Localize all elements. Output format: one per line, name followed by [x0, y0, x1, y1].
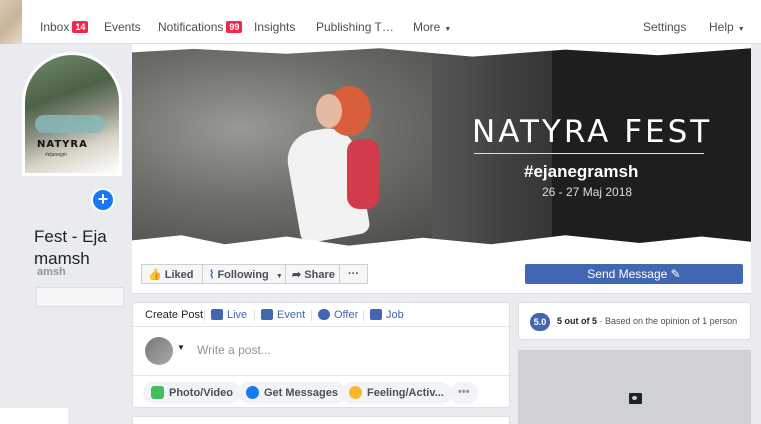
- tab-divider: [311, 310, 312, 321]
- nav-insights[interactable]: Insights: [254, 20, 295, 34]
- tab-event-label: Event: [277, 309, 306, 321]
- rating-out-of: 5 out of 5: [557, 316, 597, 326]
- share-arrow-icon: ➦: [292, 269, 302, 281]
- feeling-activity-label: Feeling/Activ...: [367, 387, 444, 399]
- profile-photo-scene: [25, 55, 119, 173]
- cover-title: NATYRA FEST: [472, 114, 713, 150]
- next-card: [132, 416, 510, 424]
- tab-job[interactable]: Job: [370, 309, 404, 321]
- composer-tabs: Create Post Live Event Offer Job: [133, 303, 511, 327]
- following-button[interactable]: ⌇ Following ▼: [202, 264, 286, 284]
- profile-photo-water: [35, 115, 105, 133]
- liked-button[interactable]: 👍 Liked ▼: [141, 264, 208, 284]
- write-post-input[interactable]: Write a post...: [197, 343, 271, 357]
- pencil-icon: ✎: [670, 267, 681, 281]
- job-icon: [370, 309, 382, 320]
- tab-offer[interactable]: Offer: [318, 309, 358, 321]
- nav-inbox-label: Inbox: [40, 20, 70, 34]
- avatar[interactable]: [145, 337, 173, 365]
- smile-icon: [349, 386, 362, 399]
- more-options-button[interactable]: ···: [339, 264, 368, 284]
- cover-hashtag: #ejanegramsh: [524, 162, 639, 181]
- page-action-bar: 👍 Liked ▼ ⌇ Following ▼ ➦ Share ··· Send…: [132, 256, 751, 294]
- nav-help[interactable]: Help ▼: [709, 20, 745, 34]
- tab-offer-label: Offer: [334, 309, 359, 321]
- nav-publishing-tools[interactable]: Publishing T…: [316, 20, 394, 34]
- offer-icon: [318, 309, 330, 320]
- corner-image: [0, 0, 22, 44]
- thumbs-up-icon: 👍: [148, 269, 162, 281]
- photo-video-label: Photo/Video: [169, 387, 233, 399]
- photo-video-button[interactable]: Photo/Video: [143, 382, 241, 404]
- cover-photo[interactable]: NATYRA FEST #ejanegramsh 26 - 27 Maj 201…: [132, 44, 751, 256]
- send-message-label: Send Message: [587, 267, 668, 281]
- more-actions-button[interactable]: •••: [450, 382, 478, 404]
- add-photo-icon: [629, 393, 642, 404]
- notifications-count-badge: 99: [226, 21, 243, 33]
- send-message-button[interactable]: Send Message ✎: [525, 264, 743, 284]
- page-title: Fest - Eja mamsh: [34, 227, 107, 268]
- feeling-activity-button[interactable]: Feeling/Activ...: [341, 382, 452, 404]
- liked-label: Liked: [164, 269, 194, 281]
- rss-icon: ⌇: [209, 269, 215, 281]
- nav-settings[interactable]: Settings: [643, 20, 686, 34]
- top-navigation-bar: Inbox 14 Events Notifications 99 Insights …: [0, 0, 761, 44]
- page-profile-column: NATYRA #ejanegm + Fest - Eja mamsh amsh: [0, 44, 134, 424]
- photo-icon: [151, 386, 164, 399]
- tab-live[interactable]: Live: [211, 309, 247, 321]
- tab-divider: [363, 310, 364, 321]
- left-bottom-panel: [0, 408, 68, 424]
- messenger-icon: [246, 386, 259, 399]
- cover-dark-area: [552, 44, 751, 256]
- rating-card[interactable]: 5.0 5 out of 5 · Based on the opinion of…: [518, 302, 751, 340]
- tab-event[interactable]: Event: [261, 309, 305, 321]
- nav-help-label: Help: [709, 20, 734, 34]
- photo-placeholder[interactable]: [518, 350, 751, 424]
- cover-divider: [474, 153, 704, 154]
- nav-more-label: More: [413, 20, 441, 34]
- inbox-count-badge: 14: [72, 21, 89, 33]
- share-button[interactable]: ➦ Share: [285, 264, 340, 284]
- page-username: amsh: [37, 266, 66, 278]
- following-label: Following: [217, 269, 269, 281]
- caret-down-icon: ▼: [737, 26, 745, 33]
- caret-down-icon: ▼: [275, 273, 283, 280]
- cover-date: 26 - 27 Maj 2018: [542, 185, 633, 199]
- caret-down-icon: ▼: [444, 26, 452, 33]
- rating-detail: · Based on the opinion of 1 person: [597, 316, 738, 326]
- cover-person-face: [316, 94, 342, 128]
- tab-divider: [254, 310, 255, 321]
- profile-logo-subtext: #ejanegm: [45, 152, 67, 158]
- nav-notifications[interactable]: Notifications 99: [158, 20, 243, 34]
- left-menu-item[interactable]: [36, 287, 124, 307]
- cover-backpack: [347, 139, 379, 209]
- get-messages-button[interactable]: Get Messages: [238, 382, 346, 404]
- tab-create-post[interactable]: Create Post: [145, 309, 203, 321]
- caret-down-icon[interactable]: ▼: [177, 343, 185, 352]
- get-messages-label: Get Messages: [264, 387, 338, 399]
- tab-live-label: Live: [227, 309, 248, 321]
- calendar-icon: [261, 309, 273, 320]
- nav-events[interactable]: Events: [104, 20, 141, 34]
- nav-inbox[interactable]: Inbox 14: [40, 20, 89, 34]
- add-photo-plus-icon[interactable]: +: [91, 188, 115, 212]
- nav-notifications-label: Notifications: [158, 20, 224, 34]
- nav-more[interactable]: More ▼: [413, 20, 451, 34]
- rating-score-badge: 5.0: [530, 313, 550, 331]
- share-label: Share: [304, 269, 335, 281]
- profile-picture[interactable]: NATYRA #ejanegm: [22, 52, 122, 176]
- tab-divider: [204, 310, 205, 321]
- tab-job-label: Job: [386, 309, 404, 321]
- live-icon: [211, 309, 223, 320]
- post-composer: Create Post Live Event Offer Job ▼ Write…: [132, 302, 511, 409]
- composer-actions: Photo/Video Get Messages Feeling/Activ..…: [133, 375, 511, 409]
- rating-summary: 5 out of 5 · Based on the opinion of 1 p…: [557, 316, 737, 326]
- profile-logo-text: NATYRA: [37, 139, 88, 150]
